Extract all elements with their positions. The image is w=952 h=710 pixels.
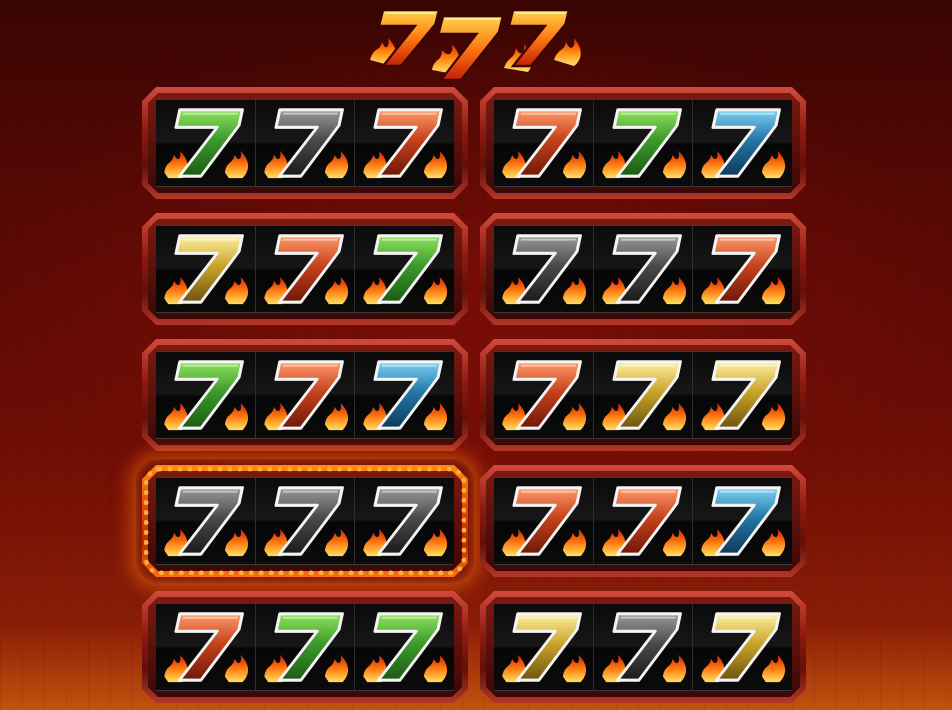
seven-symbol-icon bbox=[502, 234, 587, 305]
slot-machine-2[interactable] bbox=[480, 87, 806, 199]
reel-2 bbox=[255, 352, 356, 438]
slot-machine-1[interactable] bbox=[142, 87, 468, 199]
reel-1 bbox=[156, 100, 256, 186]
reel-1 bbox=[156, 226, 256, 312]
seven-symbol-icon bbox=[701, 612, 786, 683]
slot-machine-8[interactable] bbox=[480, 465, 806, 577]
seven-symbol-icon bbox=[502, 486, 587, 557]
reel-2 bbox=[255, 604, 356, 690]
reel-3 bbox=[693, 478, 793, 564]
reel-window bbox=[494, 477, 793, 565]
reel-1 bbox=[494, 478, 594, 564]
seven-symbol-icon bbox=[263, 486, 348, 557]
reel-3 bbox=[693, 226, 793, 312]
reel-1 bbox=[156, 478, 256, 564]
seven-symbol-icon bbox=[164, 234, 249, 305]
reel-3 bbox=[355, 100, 455, 186]
seven-symbol-icon bbox=[164, 486, 249, 557]
reel-window bbox=[156, 477, 455, 565]
seven-symbol-icon bbox=[701, 486, 786, 557]
game-logo: flaming-triple-seven-logo bbox=[368, 0, 584, 80]
reel-3 bbox=[355, 226, 455, 312]
reel-2 bbox=[255, 478, 356, 564]
reel-1 bbox=[494, 604, 594, 690]
slot-machine-grid bbox=[142, 87, 810, 707]
seven-symbol-icon bbox=[164, 612, 249, 683]
seven-symbol-icon bbox=[502, 108, 587, 179]
reel-window bbox=[494, 603, 793, 691]
reel-3 bbox=[355, 352, 455, 438]
slot-machine-3[interactable] bbox=[142, 213, 468, 325]
seven-symbol-icon bbox=[363, 612, 448, 683]
reel-2 bbox=[593, 478, 694, 564]
seven-symbol-icon bbox=[601, 234, 686, 305]
reel-window bbox=[156, 225, 455, 313]
reel-3 bbox=[693, 100, 793, 186]
seven-symbol-icon bbox=[263, 234, 348, 305]
slot-machine-10[interactable] bbox=[480, 591, 806, 703]
seven-symbol-icon bbox=[502, 612, 587, 683]
reel-2 bbox=[593, 226, 694, 312]
reel-1 bbox=[494, 352, 594, 438]
reel-2 bbox=[255, 100, 356, 186]
slot-machine-9[interactable] bbox=[142, 591, 468, 703]
reel-1 bbox=[156, 604, 256, 690]
reel-1 bbox=[156, 352, 256, 438]
seven-symbol-icon bbox=[263, 108, 348, 179]
reel-window bbox=[494, 99, 793, 187]
seven-symbol-icon bbox=[701, 360, 786, 431]
reel-1 bbox=[494, 226, 594, 312]
reel-3 bbox=[693, 604, 793, 690]
seven-symbol-icon bbox=[601, 612, 686, 683]
slot-machine-5[interactable] bbox=[142, 339, 468, 451]
seven-symbol-icon bbox=[502, 360, 587, 431]
reel-2 bbox=[593, 604, 694, 690]
reel-2 bbox=[255, 226, 356, 312]
seven-symbol-icon bbox=[363, 108, 448, 179]
reel-window bbox=[156, 351, 455, 439]
reel-1 bbox=[494, 100, 594, 186]
seven-symbol-icon bbox=[601, 486, 686, 557]
seven-symbol-icon bbox=[701, 234, 786, 305]
seven-symbol-icon bbox=[164, 360, 249, 431]
seven-symbol-icon bbox=[263, 360, 348, 431]
seven-symbol-icon bbox=[601, 108, 686, 179]
reel-3 bbox=[355, 478, 455, 564]
reel-2 bbox=[593, 352, 694, 438]
slot-machine-7[interactable] bbox=[142, 465, 468, 577]
reel-2 bbox=[593, 100, 694, 186]
slot-machine-6[interactable] bbox=[480, 339, 806, 451]
seven-symbol-icon bbox=[701, 108, 786, 179]
slot-machine-4[interactable] bbox=[480, 213, 806, 325]
seven-symbol-icon bbox=[363, 234, 448, 305]
seven-symbol-icon bbox=[164, 108, 249, 179]
seven-symbol-icon bbox=[263, 612, 348, 683]
reel-3 bbox=[355, 604, 455, 690]
seven-symbol-icon bbox=[363, 486, 448, 557]
reel-window bbox=[156, 603, 455, 691]
reel-window bbox=[494, 351, 793, 439]
flaming-triple-seven-logo-icon: flaming-triple-seven-logo bbox=[370, 8, 581, 80]
reel-window bbox=[156, 99, 455, 187]
reel-window bbox=[494, 225, 793, 313]
seven-symbol-icon bbox=[601, 360, 686, 431]
reel-3 bbox=[693, 352, 793, 438]
seven-symbol-icon bbox=[363, 360, 448, 431]
